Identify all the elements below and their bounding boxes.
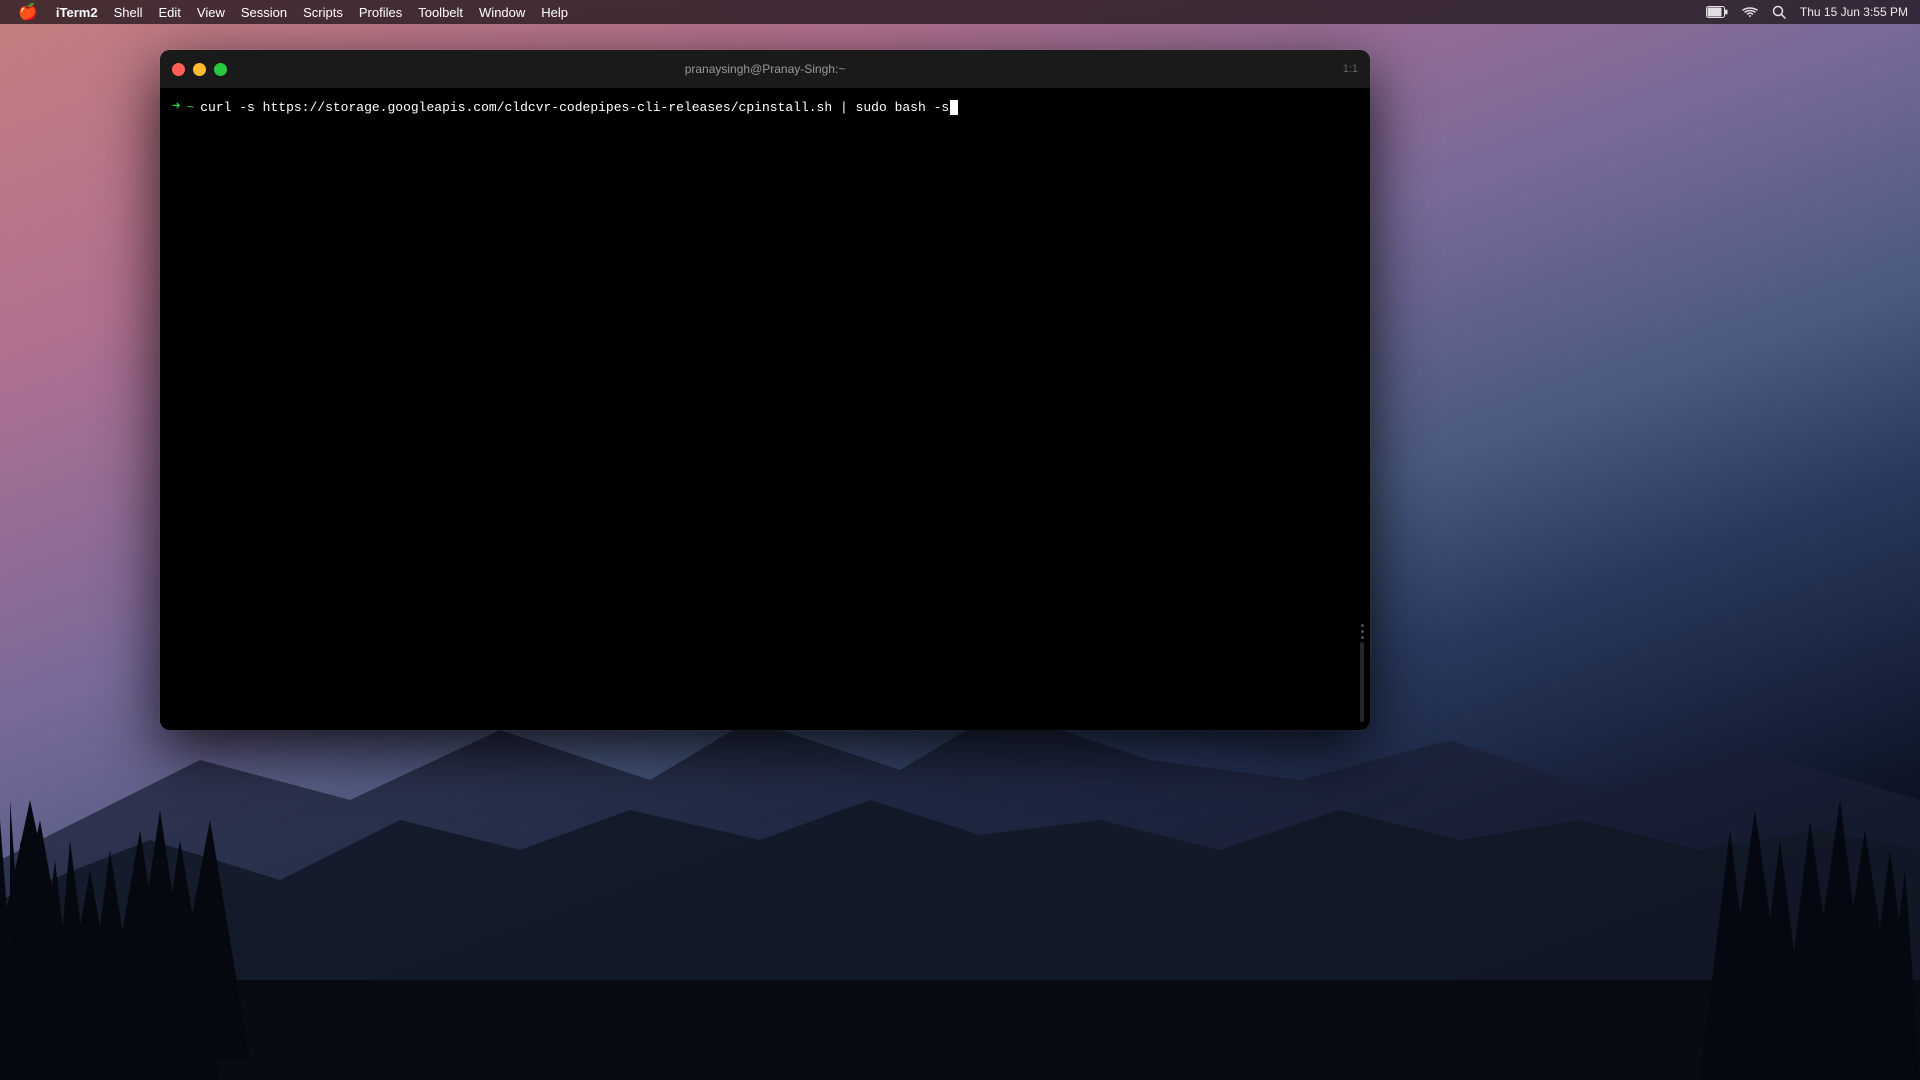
tree-silhouettes bbox=[0, 740, 1920, 1080]
terminal-titlebar: pranaysingh@Pranay-Singh:~ 1:1 bbox=[160, 50, 1370, 88]
menubar-right: Thu 15 Jun 3:55 PM bbox=[1702, 0, 1912, 24]
terminal-tab-count: 1:1 bbox=[1343, 63, 1358, 75]
terminal-window: pranaysingh@Pranay-Singh:~ 1:1 ➜ ~ curl … bbox=[160, 50, 1370, 730]
terminal-command-line: ➜ ~ curl -s https://storage.googleapis.c… bbox=[160, 96, 1370, 119]
shell-menu[interactable]: Shell bbox=[106, 0, 151, 24]
prompt-directory: ~ bbox=[186, 98, 194, 118]
terminal-scrollbar[interactable] bbox=[1358, 90, 1366, 730]
session-menu[interactable]: Session bbox=[233, 0, 295, 24]
window-maximize-button[interactable] bbox=[214, 63, 227, 76]
prompt-arrow: ➜ bbox=[172, 97, 180, 118]
menubar: 🍎 iTerm2 Shell Edit View Session Scripts… bbox=[0, 0, 1920, 24]
app-name-menu[interactable]: iTerm2 bbox=[48, 0, 106, 24]
menu-search-icon[interactable] bbox=[1768, 0, 1790, 24]
window-controls bbox=[172, 63, 227, 76]
help-menu[interactable]: Help bbox=[533, 0, 576, 24]
profiles-menu[interactable]: Profiles bbox=[351, 0, 410, 24]
terminal-body[interactable]: ➜ ~ curl -s https://storage.googleapis.c… bbox=[160, 88, 1370, 730]
window-menu[interactable]: Window bbox=[471, 0, 533, 24]
menu-battery-icon bbox=[1702, 0, 1732, 24]
edit-menu[interactable]: Edit bbox=[151, 0, 189, 24]
menu-wifi-icon bbox=[1738, 0, 1762, 24]
scrollbar-thumb[interactable] bbox=[1360, 642, 1364, 722]
terminal-title: pranaysingh@Pranay-Singh:~ bbox=[685, 62, 846, 76]
command-text: curl -s https://storage.googleapis.com/c… bbox=[200, 98, 949, 118]
menubar-left: 🍎 iTerm2 Shell Edit View Session Scripts… bbox=[8, 0, 576, 24]
window-close-button[interactable] bbox=[172, 63, 185, 76]
menu-datetime: Thu 15 Jun 3:55 PM bbox=[1796, 0, 1912, 24]
apple-icon: 🍎 bbox=[18, 2, 38, 22]
terminal-cursor bbox=[950, 100, 958, 115]
toolbelt-menu[interactable]: Toolbelt bbox=[410, 0, 471, 24]
apple-menu[interactable]: 🍎 bbox=[8, 0, 48, 24]
scripts-menu[interactable]: Scripts bbox=[295, 0, 351, 24]
window-minimize-button[interactable] bbox=[193, 63, 206, 76]
view-menu[interactable]: View bbox=[189, 0, 233, 24]
